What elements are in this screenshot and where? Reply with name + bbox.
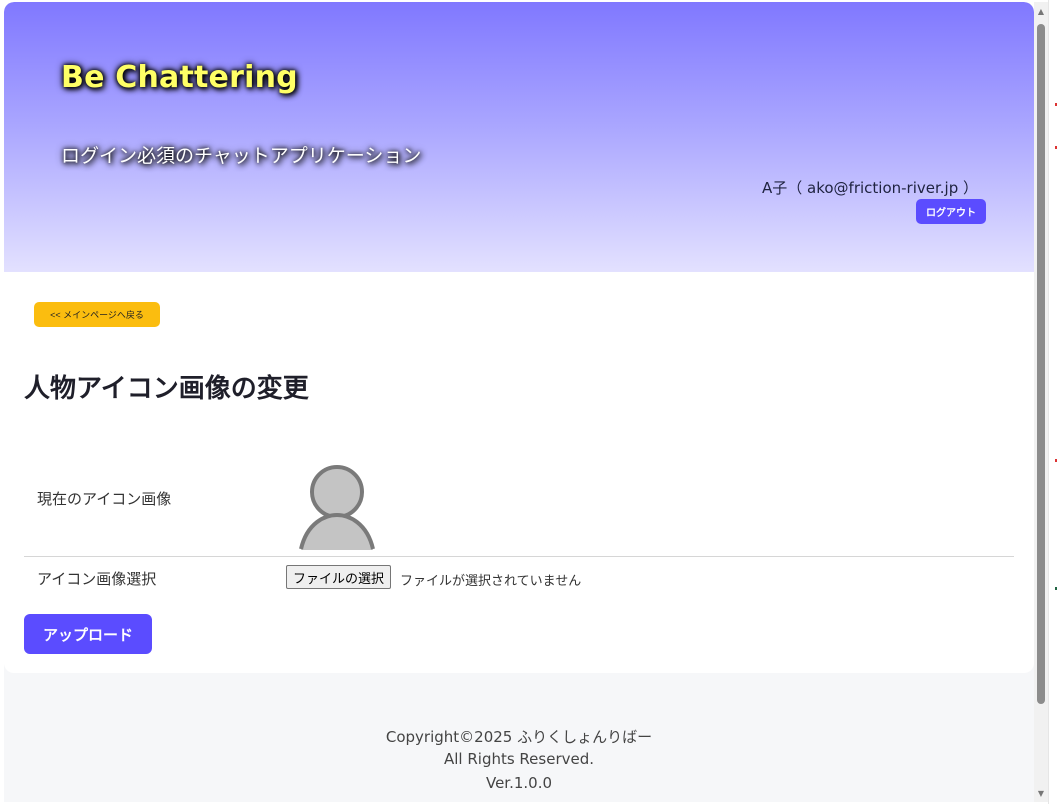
logout-button[interactable]: ログアウト bbox=[916, 199, 986, 224]
scrollbar-thumb[interactable] bbox=[1037, 24, 1045, 704]
upload-button[interactable]: アップロード bbox=[24, 614, 152, 654]
browser-window: Be Chattering ログイン必須のチャットアプリケーション A子（ ak… bbox=[0, 0, 1057, 804]
file-status-text: ファイルが選択されていません bbox=[400, 574, 582, 589]
person-silhouette-icon bbox=[299, 465, 375, 550]
background-window-edge bbox=[1048, 0, 1057, 804]
user-info: A子（ ako@friction-river.jp ） bbox=[761, 179, 978, 197]
triangle-up-icon[interactable]: ▲ bbox=[1034, 4, 1048, 18]
current-icon-label: 現在のアイコン画像 bbox=[37, 490, 172, 508]
footer-copyright: Copyright©2025 ふりくしょんりばー bbox=[385, 728, 653, 746]
site-footer: Copyright©2025 ふりくしょんりばー All Rights Rese… bbox=[4, 673, 1034, 802]
footer-version: Ver.1.0.0 bbox=[485, 774, 553, 792]
file-choose-button[interactable]: ファイルの選択 bbox=[286, 565, 392, 589]
page-title: 人物アイコン画像の変更 bbox=[24, 374, 309, 404]
back-to-main-button[interactable]: << メインページへ戻る bbox=[34, 302, 160, 327]
vertical-scrollbar[interactable]: ▲ ▼ bbox=[1034, 2, 1048, 802]
select-icon-label: アイコン画像選択 bbox=[37, 570, 157, 588]
row-divider bbox=[24, 556, 1014, 557]
main-content: << メインページへ戻る 人物アイコン画像の変更 現在のアイコン画像 アイコン画… bbox=[4, 272, 1034, 673]
site-subtitle: ログイン必須のチャットアプリケーション bbox=[61, 145, 422, 167]
footer-rights: All Rights Reserved. bbox=[443, 750, 595, 768]
page-viewport: Be Chattering ログイン必須のチャットアプリケーション A子（ ak… bbox=[4, 2, 1034, 802]
triangle-down-icon[interactable]: ▼ bbox=[1034, 786, 1048, 800]
site-header: Be Chattering ログイン必須のチャットアプリケーション A子（ ak… bbox=[4, 2, 1034, 272]
site-title: Be Chattering bbox=[61, 60, 298, 95]
